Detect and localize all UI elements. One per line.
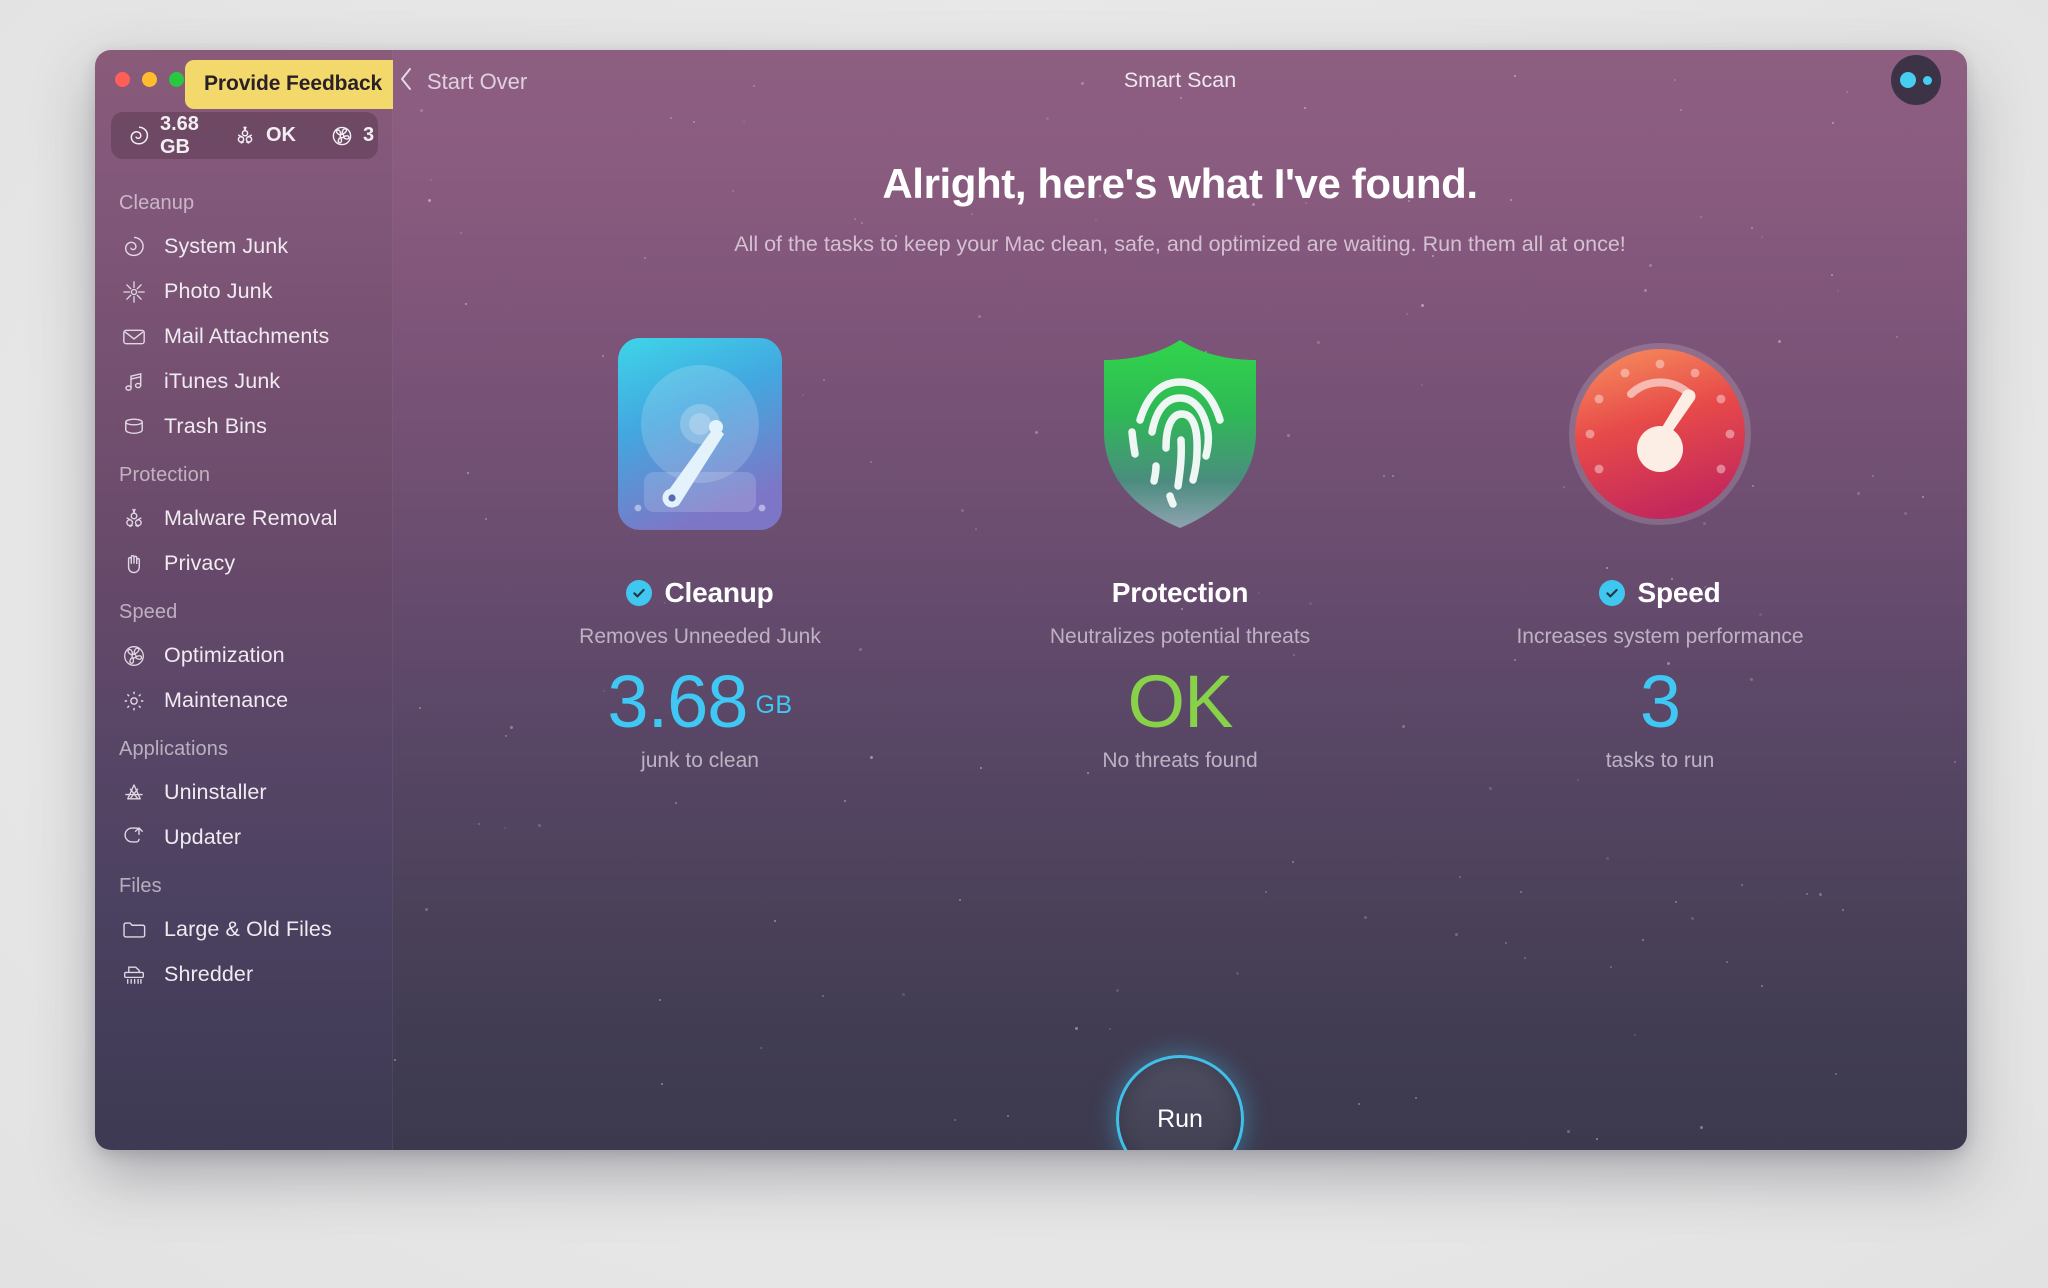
sidebar-item-label: Uninstaller — [164, 780, 267, 804]
minimize-button[interactable] — [142, 72, 157, 87]
sidebar-item-optimization[interactable]: Optimization — [95, 633, 392, 678]
sidebar-item-privacy[interactable]: Privacy — [95, 541, 392, 586]
sidebar-item-label: Malware Removal — [164, 506, 338, 530]
status-item-junk[interactable]: 3.68 GB — [127, 113, 199, 159]
cleanup-checkmark-icon — [626, 580, 653, 606]
card-value-unit: GB — [755, 691, 793, 719]
system-junk-icon — [127, 124, 151, 148]
content-topbar: Start Over Smart Scan — [393, 50, 1967, 106]
updater-icon — [120, 824, 147, 851]
window-traffic-lights — [115, 72, 184, 87]
assistant-dots-icon[interactable] — [1891, 55, 1941, 105]
card-caption: No threats found — [1102, 748, 1258, 772]
sidebar-item-label: System Junk — [164, 234, 289, 258]
card-subtitle: Increases system performance — [1516, 625, 1804, 648]
card-value-number: 3 — [1639, 660, 1681, 743]
sidebar-item-system-junk[interactable]: System Junk — [95, 224, 392, 269]
card-subtitle: Neutralizes potential threats — [1049, 625, 1311, 648]
sidebar-item-label: Trash Bins — [164, 414, 267, 438]
sidebar-item-updater[interactable]: Updater — [95, 815, 392, 860]
sidebar-section-speed: Speed — [119, 601, 178, 623]
sidebar-item-label: Large & Old Files — [164, 917, 332, 941]
result-card-protection[interactable]: Protection Neutralizes potential threats… — [940, 319, 1420, 773]
close-button[interactable] — [115, 72, 130, 87]
card-value-number: 3.68 — [607, 660, 748, 743]
mail-icon — [120, 323, 147, 350]
card-subtitle: Removes Unneeded Junk — [579, 625, 821, 648]
status-item-protection[interactable]: OK — [233, 124, 296, 148]
biohazard-icon — [120, 505, 147, 532]
card-title: Cleanup — [664, 577, 774, 608]
sidebar-item-itunes-junk[interactable]: iTunes Junk — [95, 359, 392, 404]
sidebar-item-label: Maintenance — [164, 688, 289, 712]
sidebar-item-label: iTunes Junk — [164, 369, 281, 393]
card-value: 3.68 GB — [460, 663, 940, 741]
sidebar-item-uninstaller[interactable]: Uninstaller — [95, 770, 392, 815]
run-button[interactable]: Run — [1116, 1055, 1244, 1150]
card-caption: tasks to run — [1605, 748, 1715, 772]
result-card-cleanup[interactable]: Cleanup Removes Unneeded Junk 3.68 GB jun… — [460, 319, 940, 773]
app-window: Provide Feedback 3.68 GB OK 3 Cleanup Sy… — [95, 50, 1967, 1150]
sidebar-item-label: Photo Junk — [164, 279, 273, 303]
shield-fingerprint-icon — [940, 319, 1420, 549]
card-value: OK — [940, 663, 1420, 741]
card-value-number: OK — [1127, 660, 1234, 743]
sidebar-item-malware-removal[interactable]: Malware Removal — [95, 496, 392, 541]
gear-icon — [120, 687, 147, 714]
sidebar-item-shredder[interactable]: Shredder — [95, 952, 392, 997]
hand-icon — [120, 550, 147, 577]
assistant-dot-large — [1900, 72, 1916, 88]
sidebar-item-label: Privacy — [164, 551, 236, 575]
sidebar-item-photo-junk[interactable]: Photo Junk — [95, 269, 392, 314]
card-title: Protection — [1111, 577, 1249, 608]
status-item-junk-value: 3.68 GB — [160, 112, 199, 158]
biohazard-icon — [233, 124, 257, 148]
status-item-speed[interactable]: 3 — [330, 124, 374, 148]
shredder-icon — [120, 961, 147, 988]
assistant-dot-small — [1923, 75, 1932, 85]
uninstaller-icon — [120, 779, 147, 806]
results-cards: Cleanup Removes Unneeded Junk 3.68 GB jun… — [393, 319, 1967, 773]
sidebar-item-label: Updater — [164, 825, 242, 849]
sidebar-item-mail-attachments[interactable]: Mail Attachments — [95, 314, 392, 359]
system-junk-icon — [120, 233, 147, 260]
music-note-icon — [120, 368, 147, 395]
status-summary-pill: 3.68 GB OK 3 — [111, 112, 378, 159]
status-item-protection-value: OK — [265, 124, 296, 146]
sidebar-section-files: Files — [119, 875, 162, 897]
sidebar-item-large-old-files[interactable]: Large & Old Files — [95, 907, 392, 952]
page-title: Smart Scan — [1123, 68, 1237, 92]
sidebar-section-applications: Applications — [119, 738, 229, 760]
run-button-container: Run — [393, 1055, 1967, 1150]
main-content: Start Over Smart Scan Alright, here's wh… — [393, 50, 1967, 1150]
provide-feedback-button[interactable]: Provide Feedback — [185, 60, 402, 109]
sidebar-item-label: Mail Attachments — [164, 324, 330, 348]
card-value: 3 — [1420, 663, 1900, 741]
sidebar-nav: Cleanup System Junk Photo Junk Mail Atta… — [95, 177, 392, 997]
hard-drive-icon — [460, 319, 940, 549]
fan-icon — [330, 124, 354, 148]
sidebar-section-protection: Protection — [119, 464, 211, 486]
card-caption: junk to clean — [641, 748, 759, 772]
subheadline: All of the tasks to keep your Mac clean,… — [734, 232, 1626, 256]
zoom-button[interactable] — [169, 72, 184, 87]
sidebar-item-trash-bins[interactable]: Trash Bins — [95, 404, 392, 449]
sidebar-item-maintenance[interactable]: Maintenance — [95, 678, 392, 723]
trash-bin-icon — [120, 413, 147, 440]
sidebar: Provide Feedback 3.68 GB OK 3 Cleanup Sy… — [95, 50, 402, 1150]
folder-icon — [120, 916, 147, 943]
photo-junk-icon — [120, 278, 147, 305]
headline: Alright, here's what I've found. — [882, 160, 1478, 207]
speedometer-icon — [1420, 319, 1900, 549]
card-title: Speed — [1637, 577, 1721, 608]
sidebar-section-cleanup: Cleanup — [119, 192, 195, 214]
sidebar-item-label: Optimization — [164, 643, 285, 667]
speed-checkmark-icon — [1599, 580, 1626, 606]
sidebar-item-label: Shredder — [164, 962, 254, 986]
status-item-speed-value: 3 — [362, 124, 375, 146]
result-card-speed[interactable]: Speed Increases system performance 3 tas… — [1420, 319, 1900, 773]
fan-icon — [120, 642, 147, 669]
